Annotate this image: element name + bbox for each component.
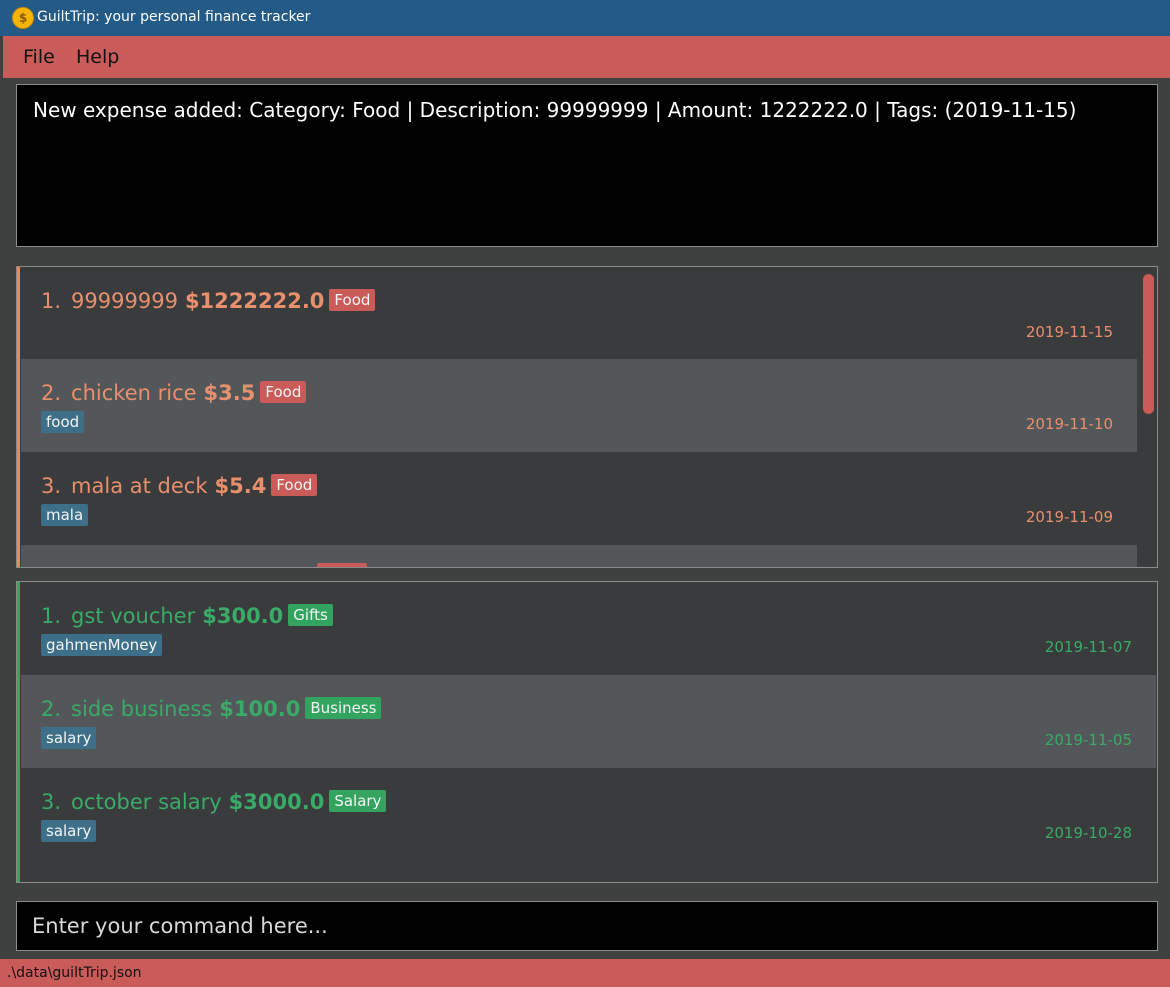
menu-bar: File Help xyxy=(3,36,1170,78)
result-display: New expense added: Category: Food | Desc… xyxy=(16,84,1158,247)
category-badge-partial xyxy=(317,563,367,567)
expense-card[interactable]: 2. chicken rice $3.5 Food food 2019-11-10 xyxy=(21,359,1137,452)
expense-description: chicken rice xyxy=(71,381,197,405)
expense-card[interactable]: 1. 99999999 $1222222.0 Food 2019-11-15 xyxy=(21,267,1137,360)
expense-index: 3. xyxy=(41,474,62,498)
expense-description: 99999999 xyxy=(71,289,178,313)
income-card[interactable]: 2. side business $100.0 Business salary 201… xyxy=(21,675,1156,768)
expense-amount: $5.4 xyxy=(214,474,267,498)
category-badge: Gifts xyxy=(288,604,333,626)
expense-description: mala at deck xyxy=(71,474,208,498)
income-index: 1. xyxy=(41,604,62,628)
income-amount: $100.0 xyxy=(219,697,301,721)
income-card[interactable]: 3. october salary $3000.0 Salary salary 201… xyxy=(21,768,1156,861)
income-title-line: 3. october salary $3000.0 Salary xyxy=(41,790,387,814)
income-list[interactable]: 1. gst voucher $300.0 Gifts gahmenMoney 201… xyxy=(16,581,1158,883)
expense-list-accent xyxy=(17,267,20,567)
coin-icon: $ xyxy=(12,7,34,29)
result-message: New expense added: Category: Food | Desc… xyxy=(33,98,1077,122)
tag-badge: food xyxy=(41,411,85,433)
status-bar: .\data\guiltTrip.json xyxy=(0,959,1170,987)
expense-title-line: 3. mala at deck $5.4 Food xyxy=(41,474,318,498)
expense-date: 2019-11-10 xyxy=(1025,415,1113,433)
expense-title-line: 1. 99999999 $1222222.0 Food xyxy=(41,289,376,313)
tag-badge: salary xyxy=(41,727,97,749)
expense-index: 2. xyxy=(41,381,62,405)
window-title: GuiltTrip: your personal finance tracker xyxy=(37,9,311,25)
expense-date: 2019-11-09 xyxy=(1025,508,1113,526)
expense-title-line: 2. chicken rice $3.5 Food xyxy=(41,381,307,405)
expense-amount: $1222222.0 xyxy=(184,289,325,313)
income-date: 2019-10-28 xyxy=(1044,824,1132,842)
income-description: side business xyxy=(71,697,213,721)
data-file-path: .\data\guiltTrip.json xyxy=(7,965,142,981)
income-amount: $300.0 xyxy=(202,604,284,628)
expense-card[interactable]: 3. mala at deck $5.4 Food mala 2019-11-09 xyxy=(21,452,1137,545)
tag-badge: gahmenMoney xyxy=(41,634,163,656)
income-index: 3. xyxy=(41,790,62,814)
tag-badge: mala xyxy=(41,504,89,526)
title-bar: $ GuiltTrip: your personal finance track… xyxy=(0,0,1170,36)
category-badge: Food xyxy=(260,381,307,403)
category-badge: Food xyxy=(271,474,318,496)
income-title-line: 2. side business $100.0 Business xyxy=(41,697,382,721)
category-badge: Food xyxy=(329,289,376,311)
command-box xyxy=(16,901,1158,951)
expense-card-partial[interactable] xyxy=(21,545,1137,567)
expense-date: 2019-11-15 xyxy=(1025,323,1113,341)
command-input[interactable] xyxy=(17,902,1157,950)
income-description: gst voucher xyxy=(71,604,196,628)
tag-badge: salary xyxy=(41,820,97,842)
expense-list[interactable]: 1. 99999999 $1222222.0 Food 2019-11-15 2. ch… xyxy=(16,266,1158,568)
income-card[interactable]: 1. gst voucher $300.0 Gifts gahmenMoney 201… xyxy=(21,582,1156,675)
income-date: 2019-11-07 xyxy=(1044,638,1132,656)
income-index: 2. xyxy=(41,697,62,721)
menu-help[interactable]: Help xyxy=(76,46,119,68)
menu-file[interactable]: File xyxy=(23,46,55,68)
income-date: 2019-11-05 xyxy=(1044,731,1132,749)
income-title-line: 1. gst voucher $300.0 Gifts xyxy=(41,604,333,628)
income-list-accent xyxy=(17,582,20,882)
income-amount: $3000.0 xyxy=(228,790,325,814)
expense-amount: $3.5 xyxy=(203,381,256,405)
category-badge: Salary xyxy=(329,790,387,812)
expense-scrollbar[interactable] xyxy=(1143,274,1154,414)
category-badge: Business xyxy=(305,697,382,719)
income-description: october salary xyxy=(71,790,222,814)
expense-index: 1. xyxy=(41,289,62,313)
